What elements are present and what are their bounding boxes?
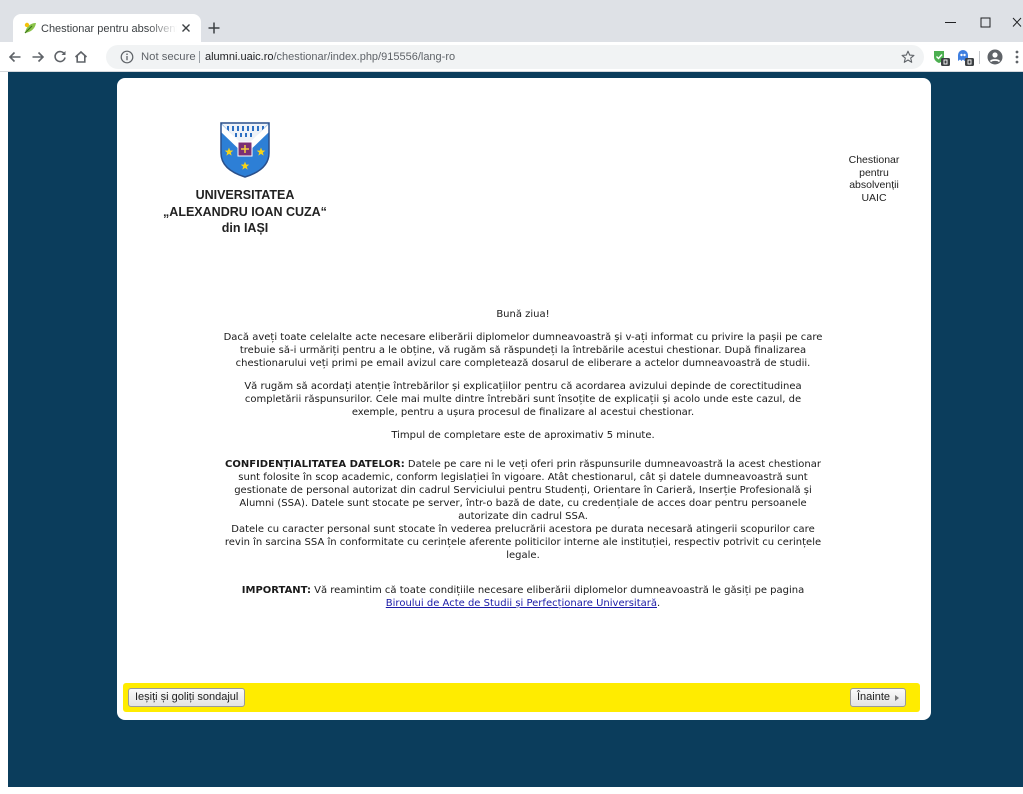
close-icon[interactable] <box>1012 17 1022 28</box>
forward-arrow-icon[interactable] <box>30 49 46 65</box>
home-icon[interactable] <box>73 49 89 65</box>
browser-tab-strip: Chestionar pentru absolvenții UA <box>0 0 1023 42</box>
back-arrow-icon[interactable] <box>7 49 23 65</box>
extension-icon[interactable] <box>932 49 950 66</box>
toolbar-separator <box>979 51 980 64</box>
important-label: IMPORTANT: <box>241 585 311 596</box>
greeting: Bună ziua! <box>496 309 550 320</box>
important-text: Vă reamintim că toate condițiile necesar… <box>314 585 805 596</box>
minimize-icon[interactable] <box>945 17 956 28</box>
attention-paragraph: Vă rugăm să acordați atenție întrebărilo… <box>244 381 802 418</box>
university-line-3: din IAȘI <box>221 221 269 235</box>
reload-icon[interactable] <box>52 49 68 65</box>
personal-data-text: Datele cu caracter personal sunt stocate… <box>224 524 822 561</box>
url-host: alumni.uaic.ro <box>205 51 274 63</box>
page-background: UNIVERSITATEA „ALEXANDRU IOAN CUZA“ din … <box>8 72 1023 787</box>
important-suffix: . <box>657 598 661 609</box>
menu-icon[interactable] <box>1015 50 1019 64</box>
triangle-right-icon <box>895 694 900 701</box>
profile-icon[interactable] <box>987 49 1003 65</box>
survey-card: UNIVERSITATEA „ALEXANDRU IOAN CUZA“ din … <box>117 78 931 720</box>
confidentiality-label: CONFIDENȚIALITATEA DATELOR: <box>225 459 405 470</box>
survey-title: Chestionar pentru absolvenții UAIC <box>848 154 900 204</box>
browser-toolbar: Not secure alumni.uaic.ro/chestionar/ind… <box>0 42 1023 72</box>
next-button[interactable]: Înainte <box>850 688 907 707</box>
university-line-2: „ALEXANDRU IOAN CUZA“ <box>163 204 327 219</box>
plus-icon[interactable] <box>207 21 221 35</box>
browser-tab-active[interactable]: Chestionar pentru absolvenții UA <box>13 14 201 42</box>
university-line-1: UNIVERSITATEA <box>195 188 295 202</box>
completion-time-note: Timpul de completare este de aproximativ… <box>391 430 655 441</box>
exit-and-clear-survey-button[interactable]: Ieșiți și goliți sondajul <box>128 688 246 707</box>
next-button-label: Înainte <box>857 691 891 703</box>
confidentiality-notice: CONFIDENȚIALITATEA DATELOR: Datele pe ca… <box>223 458 823 562</box>
welcome-text: Bună ziua! Dacă aveți toate celelalte ac… <box>223 308 823 620</box>
maximize-icon[interactable] <box>980 17 991 28</box>
security-status-label[interactable]: Not secure <box>141 45 196 69</box>
url-text[interactable]: alumni.uaic.ro/chestionar/index.php/9155… <box>205 45 455 69</box>
important-notice: IMPORTANT: Vă reamintim că toate condiți… <box>223 584 823 610</box>
address-bar-divider <box>199 51 200 63</box>
extension-icon[interactable] <box>956 49 974 66</box>
close-icon[interactable] <box>180 22 192 34</box>
url-path: /chestionar/index.php/915556/lang-ro <box>273 51 456 63</box>
address-bar[interactable]: Not secure alumni.uaic.ro/chestionar/ind… <box>106 45 924 69</box>
survey-navigation-bar: Ieșiți și goliți sondajul Înainte <box>123 683 920 712</box>
university-name: UNIVERSITATEA „ALEXANDRU IOAN CUZA“ din … <box>155 187 335 237</box>
info-icon[interactable] <box>120 50 134 64</box>
survey-leaf-icon <box>24 22 36 34</box>
uaic-crest-icon <box>220 122 270 178</box>
star-icon[interactable] <box>901 50 915 64</box>
academic-records-office-link[interactable]: Biroului de Acte de Studii și Perfecțion… <box>386 598 657 609</box>
intro-paragraph: Dacă aveți toate celelalte acte necesare… <box>223 332 823 369</box>
tab-title: Chestionar pentru absolvenții UA <box>41 23 177 35</box>
